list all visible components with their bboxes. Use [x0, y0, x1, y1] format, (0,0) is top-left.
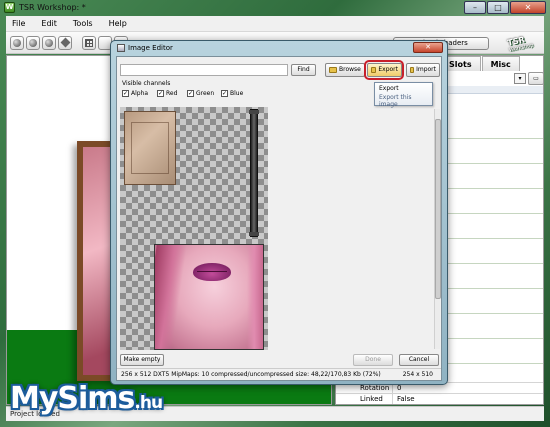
mysims-watermark: MySims.hu: [10, 381, 163, 416]
channel-alpha-checkbox[interactable]: ✓ Alpha: [122, 90, 148, 97]
sphere-dark-icon: [45, 38, 53, 47]
window-controls: – □ ✕: [464, 1, 546, 14]
done-button[interactable]: Done: [353, 354, 393, 366]
image-editor-dialog: Image Editor ✕ Find Browse Export Import…: [110, 40, 448, 385]
visible-channels-label: Visible channels: [122, 80, 171, 87]
grid-icon: [85, 38, 93, 47]
checkbox-icon: ✓: [187, 90, 194, 97]
maximize-button[interactable]: □: [487, 1, 509, 14]
menu-edit[interactable]: Edit: [41, 19, 57, 28]
grid-button[interactable]: [82, 35, 96, 50]
main-window-title: TSR Workshop: *: [19, 3, 86, 12]
menu-bar: File Edit Tools Help: [6, 16, 544, 32]
menu-help[interactable]: Help: [109, 19, 127, 28]
scrollbar-thumb[interactable]: [435, 119, 441, 299]
property-row[interactable]: Linked False: [336, 393, 543, 404]
channel-green-checkbox[interactable]: ✓ Green: [187, 90, 214, 97]
vertical-scrollbar[interactable]: [434, 109, 441, 349]
image-info: 256 x 512 DXT5 MipMaps: 10 compressed/un…: [121, 371, 381, 378]
dialog-body: Find Browse Export Import Export Export …: [116, 56, 442, 381]
image-icon: [117, 44, 125, 52]
view-sphere-shaded-button[interactable]: [26, 35, 40, 50]
right-tabs: Slots Misc: [440, 56, 520, 71]
close-button[interactable]: ✕: [510, 1, 546, 14]
view-sphere-button[interactable]: [10, 35, 24, 50]
tooltip-subtitle: Export this image: [379, 94, 412, 108]
menu-file[interactable]: File: [12, 19, 25, 28]
import-icon: [410, 67, 415, 73]
channel-red-checkbox[interactable]: ✓ Red: [157, 90, 177, 97]
property-value[interactable]: False: [392, 394, 415, 404]
image-path-input[interactable]: [120, 64, 288, 76]
folder-icon[interactable]: ▭: [528, 72, 544, 85]
checkbox-icon: ✓: [122, 90, 129, 97]
frame-texture: [124, 111, 176, 185]
tab-misc[interactable]: Misc: [481, 56, 520, 71]
dialog-status-bar: 256 x 512 DXT5 MipMaps: 10 compressed/un…: [117, 368, 441, 380]
view-sphere-dark-button[interactable]: [42, 35, 56, 50]
dialog-close-button[interactable]: ✕: [413, 42, 443, 53]
checkbox-icon: ✓: [157, 90, 164, 97]
chevron-down-icon[interactable]: ▾: [514, 73, 526, 84]
find-button[interactable]: Find: [291, 64, 316, 76]
app-icon: W: [4, 2, 15, 13]
export-highlight: [364, 60, 404, 80]
diamond-icon: [60, 37, 70, 48]
cancel-button[interactable]: Cancel: [399, 354, 439, 366]
sphere-shaded-icon: [29, 38, 37, 47]
view-diamond-button[interactable]: [58, 35, 72, 50]
browse-button[interactable]: Browse: [325, 63, 365, 77]
lips-image: [193, 263, 231, 281]
frame-edge-texture: [249, 109, 259, 237]
portrait-texture: [154, 244, 264, 350]
texture-preview[interactable]: [120, 107, 268, 350]
tooltip-title: Export: [379, 85, 399, 92]
channel-blue-checkbox[interactable]: ✓ Blue: [221, 90, 243, 97]
image-dimensions: 254 x 510: [402, 371, 433, 378]
property-key: Linked: [360, 395, 383, 403]
folder-icon: [329, 67, 337, 73]
dialog-titlebar[interactable]: Image Editor: [117, 44, 173, 52]
make-empty-button[interactable]: Make empty: [120, 354, 164, 366]
minimize-button[interactable]: –: [464, 1, 486, 14]
export-tooltip: Export Export this image: [374, 82, 433, 108]
checkbox-icon: ✓: [221, 90, 228, 97]
menu-tools[interactable]: Tools: [73, 19, 93, 28]
sphere-icon: [13, 38, 21, 47]
dialog-title: Image Editor: [128, 44, 173, 52]
import-button[interactable]: Import: [406, 63, 440, 77]
